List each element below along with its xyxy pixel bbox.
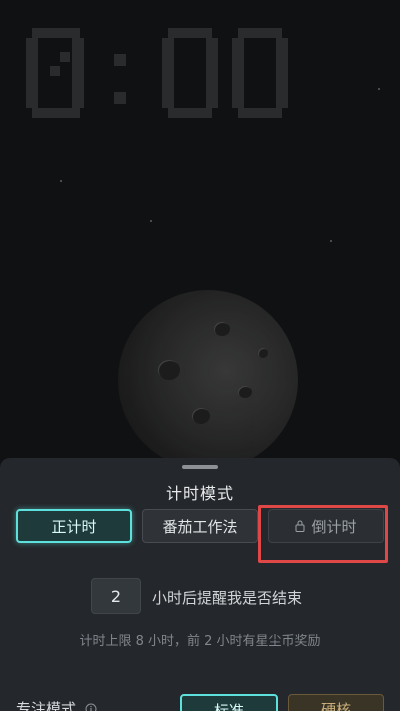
focus-hardcore-button[interactable]: 硬核: [288, 694, 384, 711]
moon-crater: [258, 348, 268, 358]
clock-display: [22, 24, 302, 124]
reminder-label: 小时后提醒我是否结束: [152, 589, 303, 607]
mode-count-up-button[interactable]: 正计时: [16, 509, 132, 543]
lock-icon: [295, 520, 305, 532]
focus-standard-label: 标准: [213, 702, 244, 711]
moon-crater: [158, 360, 180, 380]
star: [378, 88, 380, 90]
info-icon[interactable]: [85, 703, 97, 711]
mode-pomodoro-label: 番茄工作法: [162, 517, 238, 536]
mode-countdown-button[interactable]: 倒计时: [268, 509, 384, 543]
sheet-title: 计时模式: [165, 484, 234, 503]
reminder-hours-value: 2: [110, 586, 122, 606]
limit-hint-text: 计时上限 8 小时，前 2 小时有星尘币奖励: [79, 634, 321, 649]
moon-crater: [192, 408, 210, 424]
star: [330, 240, 332, 242]
sheet-drag-handle[interactable]: [182, 465, 218, 469]
mode-count-up-label: 正计时: [51, 517, 97, 536]
star: [60, 180, 62, 182]
pixel-clock-digits: [26, 28, 288, 118]
focus-standard-button[interactable]: 标准: [180, 694, 278, 711]
moon-image: [118, 290, 298, 470]
star: [150, 220, 152, 222]
moon-crater: [238, 386, 252, 398]
moon-crater: [214, 322, 230, 336]
reminder-hours-input[interactable]: 2: [91, 578, 141, 614]
focus-mode-label-text: 专注模式: [16, 700, 77, 711]
mode-pomodoro-button[interactable]: 番茄工作法: [142, 509, 258, 543]
mode-countdown-label: 倒计时: [311, 517, 357, 536]
focus-hardcore-label: 硬核: [320, 701, 351, 711]
timer-mode-sheet: 计时模式 正计时 番茄工作法 倒计时 2 小时后提醒我是否结束 计时上限 8 小…: [0, 458, 400, 711]
focus-mode-label: 专注模式: [16, 698, 97, 711]
